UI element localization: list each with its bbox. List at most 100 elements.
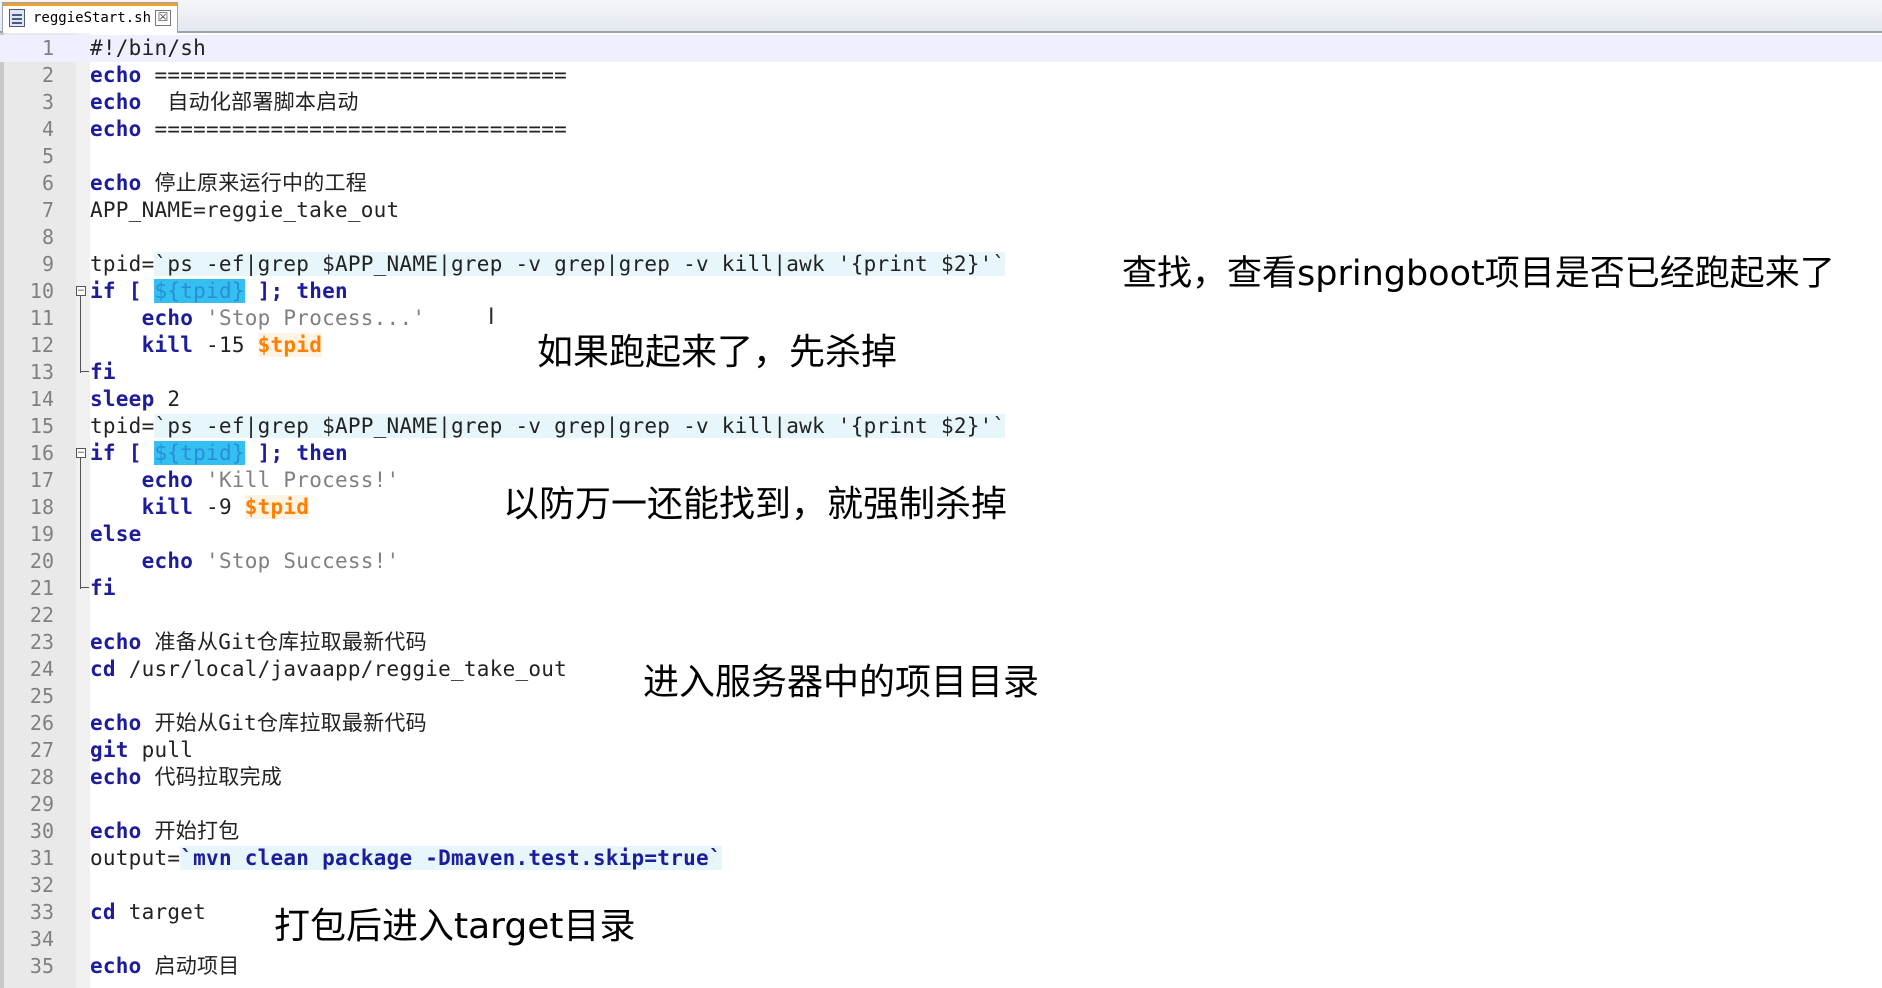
line-number: 7: [41, 198, 54, 222]
line-number: 27: [29, 738, 54, 762]
code-line: 20 echo 'Stop Success!': [0, 548, 1882, 575]
backtick-command: `ps -ef|grep $APP_NAME|grep -v grep|grep…: [154, 414, 1006, 438]
backtick-command: `mvn clean package -Dmaven.test.skip=tru…: [180, 846, 722, 870]
keyword-echo: echo: [90, 630, 142, 654]
code-text: tpid=`ps -ef|grep $APP_NAME|grep -v grep…: [90, 251, 1006, 278]
line-number: 2: [41, 63, 54, 87]
variable-tpid: $tpid: [244, 495, 310, 519]
line-number: 18: [29, 495, 54, 519]
code-line: 35 echo 启动项目: [0, 953, 1882, 980]
code-text: echo ================================: [90, 62, 567, 89]
keyword-echo: echo: [141, 306, 194, 330]
keyword-else: else: [90, 522, 142, 546]
echo-text: 启动项目: [141, 954, 240, 978]
line-number: 15: [29, 414, 54, 438]
line-number: 21: [29, 576, 54, 600]
code-text: echo 代码拉取完成: [90, 764, 282, 791]
keyword-sleep: sleep: [90, 387, 155, 411]
code-text: echo 启动项目: [90, 953, 239, 980]
line-number: 1: [41, 36, 54, 60]
annotation-force-kill: 以防万一还能找到，就强制杀掉: [503, 484, 1008, 525]
code-text: echo 自动化部署脚本启动: [90, 89, 359, 116]
fold-end-marker: [80, 363, 89, 372]
code-line: 31 output=`mvn clean package -Dmaven.tes…: [0, 845, 1882, 872]
code-text: fi: [90, 575, 116, 602]
line-number: 19: [29, 522, 54, 546]
shebang: #!/bin/sh: [90, 36, 207, 60]
keyword-echo: echo: [141, 468, 194, 492]
code-text: echo 准备从Git仓库拉取最新代码: [90, 629, 427, 656]
separator: ================================: [141, 117, 568, 141]
assignment: tpid=: [90, 414, 155, 438]
tab-reggiestart[interactable]: reggieStart.sh ☒: [2, 2, 178, 33]
bracket: [: [115, 441, 155, 465]
code-line: 23 echo 准备从Git仓库拉取最新代码: [0, 629, 1882, 656]
keyword-echo: echo: [90, 765, 142, 789]
code-text: kill -9 $tpid: [90, 494, 310, 521]
fold-guide: [80, 458, 81, 589]
code-text: if [ ${tpid} ]; then: [90, 440, 348, 467]
bracket: [: [115, 279, 155, 303]
keyword-cd: cd: [90, 900, 116, 924]
annotation-enter-project-dir: 进入服务器中的项目目录: [643, 662, 1040, 703]
close-icon[interactable]: ☒: [155, 10, 172, 26]
line-number: 6: [41, 171, 54, 195]
code-editor[interactable]: 1 #!/bin/sh 2 echo =====================…: [0, 33, 1882, 988]
code-line: 15 tpid=`ps -ef|grep $APP_NAME|grep -v g…: [0, 413, 1882, 440]
string-literal: 'Stop Success!': [193, 549, 400, 573]
line-number: 22: [29, 603, 54, 627]
assignment: APP_NAME=reggie_take_out: [90, 198, 400, 222]
tab-bar: reggieStart.sh ☒: [0, 0, 1882, 33]
line-number: 16: [29, 441, 54, 465]
line-number: 12: [29, 333, 54, 357]
line-number: 23: [29, 630, 54, 654]
keyword-fi: fi: [90, 576, 116, 600]
code-line: 7 APP_NAME=reggie_take_out: [0, 197, 1882, 224]
line-number: 30: [29, 819, 54, 843]
code-text: echo 'Stop Process...': [90, 305, 425, 332]
line-number: 26: [29, 711, 54, 735]
bracket: ];: [244, 441, 297, 465]
line-number: 13: [29, 360, 54, 384]
line-number: 11: [29, 306, 54, 330]
line-number: 31: [29, 846, 54, 870]
fold-end-marker: [80, 579, 89, 588]
code-text: tpid=`ps -ef|grep $APP_NAME|grep -v grep…: [90, 413, 1006, 440]
kill-signal: -9: [193, 495, 245, 519]
echo-text: 代码拉取完成: [141, 765, 282, 789]
keyword-if: if: [90, 279, 116, 303]
line-number: 9: [41, 252, 54, 276]
echo-text: 自动化部署脚本启动: [141, 90, 359, 114]
code-line: 22: [0, 602, 1882, 629]
line-number: 10: [29, 279, 54, 303]
line-number: 28: [29, 765, 54, 789]
line-number: 20: [29, 549, 54, 573]
string-literal: 'Stop Process...': [193, 306, 426, 330]
keyword-echo: echo: [141, 549, 194, 573]
git-subcommand: pull: [128, 738, 194, 762]
code-text: fi: [90, 359, 116, 386]
line-number: 34: [29, 927, 54, 951]
line-number: 33: [29, 900, 54, 924]
code-text: echo 停止原来运行中的工程: [90, 170, 367, 197]
fold-icon[interactable]: −: [76, 448, 86, 458]
fold-icon[interactable]: −: [76, 286, 86, 296]
code-text: else: [90, 521, 142, 548]
path: /usr/local/javaapp/reggie_take_out: [115, 657, 568, 681]
code-line: 30 echo 开始打包: [0, 818, 1882, 845]
code-line: 14 sleep 2: [0, 386, 1882, 413]
keyword-then: then: [296, 279, 348, 303]
code-text: kill -15 $tpid: [90, 332, 323, 359]
keyword-echo: echo: [90, 711, 142, 735]
code-line: 29: [0, 791, 1882, 818]
code-line: 12 kill -15 $tpid: [0, 332, 1882, 359]
fold-guide: [80, 296, 81, 373]
code-text: echo 'Kill Process!': [90, 467, 400, 494]
code-line: 21 fi: [0, 575, 1882, 602]
keyword-echo: echo: [90, 63, 142, 87]
code-text: output=`mvn clean package -Dmaven.test.s…: [90, 845, 722, 872]
code-line: 4 echo ================================: [0, 116, 1882, 143]
